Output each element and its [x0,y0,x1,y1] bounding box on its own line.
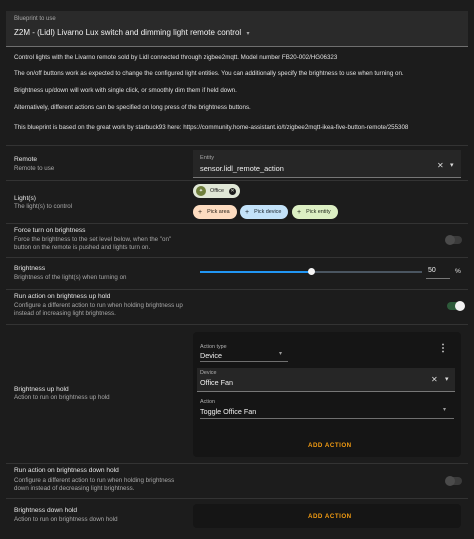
up-hold-title: Brightness up hold [14,386,69,393]
brightness-title: Brightness [14,265,46,272]
description-line-5: This blueprint is based on the great wor… [14,124,409,131]
blueprint-label: Blueprint to use [14,16,56,22]
lightbulb-icon: ✦ [196,186,206,196]
remote-title: Remote [14,156,38,163]
action-type-underline [200,361,288,362]
add-action-button[interactable]: ADD ACTION [308,513,352,520]
remove-chip-icon[interactable]: ✕ [228,187,236,195]
description-line-1: Control lights with the Livarno remote s… [14,54,338,61]
description-line-4: Alternatively, different actions can be … [14,104,251,111]
chip-office[interactable]: ✦ Office ✕ [193,184,240,198]
brightness-subtitle: Brightness of the light(s) when turning … [14,274,127,281]
description-line-3: Brightness up/down will work with single… [14,87,237,94]
action-underline [200,418,454,419]
chevron-down-icon[interactable]: ▾ [279,350,282,357]
slider-thumb[interactable] [308,268,315,275]
action-type-select[interactable]: Device [200,351,222,360]
run-up-title: Run action on brightness up hold [14,293,111,300]
close-icon[interactable]: ✕ [437,161,444,170]
divider [6,498,468,499]
description-line-2: The on/off buttons work as expected to c… [14,70,404,77]
plus-icon: + [297,208,302,216]
force-on-subtitle-2: button on the remote is pushed and light… [14,244,151,251]
run-up-subtitle-2: instead of increasing light brightness. [14,310,116,317]
divider [6,463,468,464]
chevron-down-icon[interactable]: ▾ [443,406,446,413]
pick-device-button[interactable]: + Pick device [240,205,289,219]
force-on-title: Force turn on brightness [14,227,86,234]
divider [6,180,468,181]
down-hold-action-card: ADD ACTION [193,504,461,528]
action-label: Action [200,399,215,405]
remote-subtitle: Remote to use [14,165,55,172]
device-label: Device [200,370,217,376]
blueprint-automation-editor: Blueprint to use Z2M - (Lidl) Livarno Lu… [0,0,474,539]
brightness-value-input[interactable]: 50 [426,265,450,279]
pick-area-button[interactable]: + Pick area [193,205,237,219]
chevron-down-icon[interactable]: ▾ [445,375,449,383]
pick-entity-label: Pick entity [306,209,331,215]
up-hold-subtitle: Action to run on brightness up hold [14,394,110,401]
toggle-knob [445,235,455,245]
add-action-button[interactable]: ADD ACTION [308,442,352,449]
blueprint-select[interactable]: Blueprint to use Z2M - (Lidl) Livarno Lu… [6,11,468,47]
run-down-toggle[interactable] [445,476,462,486]
close-icon[interactable]: ✕ [431,375,438,384]
divider [6,324,468,325]
force-on-toggle[interactable] [445,235,462,245]
brightness-slider[interactable] [200,268,422,275]
plus-icon: + [198,208,203,216]
more-icon[interactable]: ⋮ [438,343,448,354]
toggle-knob [455,301,465,311]
divider [6,289,468,290]
chevron-down-icon[interactable]: ▾ [450,161,454,169]
entity-value: sensor.lidl_remote_action [200,164,284,173]
plus-icon: + [245,208,250,216]
action-select[interactable]: Toggle Office Fan [200,407,256,416]
pick-entity-button[interactable]: + Pick entity [292,205,338,219]
chip-office-label: Office [210,188,224,194]
lights-subtitle: The light(s) to control [14,203,73,210]
divider [6,145,468,146]
blueprint-value: Z2M - (Lidl) Livarno Lux switch and dimm… [14,28,242,37]
slider-fill [200,271,311,273]
pick-device-label: Pick device [254,209,282,215]
action-type-label: Action type [200,344,227,350]
up-hold-action-card: Action type Device ▾ ⋮ Device Office Fan… [193,332,461,457]
entity-label: Entity [200,155,214,161]
divider [6,257,468,258]
pick-area-label: Pick area [207,209,230,215]
device-value: Office Fan [200,378,234,387]
divider [6,223,468,224]
run-down-subtitle-2: down instead of decreasing light brightn… [14,485,135,492]
run-up-toggle[interactable] [447,301,465,311]
remote-entity-field[interactable]: Entity sensor.lidl_remote_action ✕ ▾ [193,150,461,178]
chevron-down-icon[interactable]: ▾ [246,31,249,37]
toggle-knob [445,476,455,486]
lights-title: Light(s) [14,195,36,202]
run-down-title: Run action on brightness down hold [14,467,119,474]
device-field[interactable]: Device Office Fan ✕ ▾ [197,368,455,392]
brightness-unit: % [455,268,461,275]
down-hold-title: Brightness down hold [14,507,78,514]
down-hold-subtitle: Action to run on brightness down hold [14,516,118,523]
